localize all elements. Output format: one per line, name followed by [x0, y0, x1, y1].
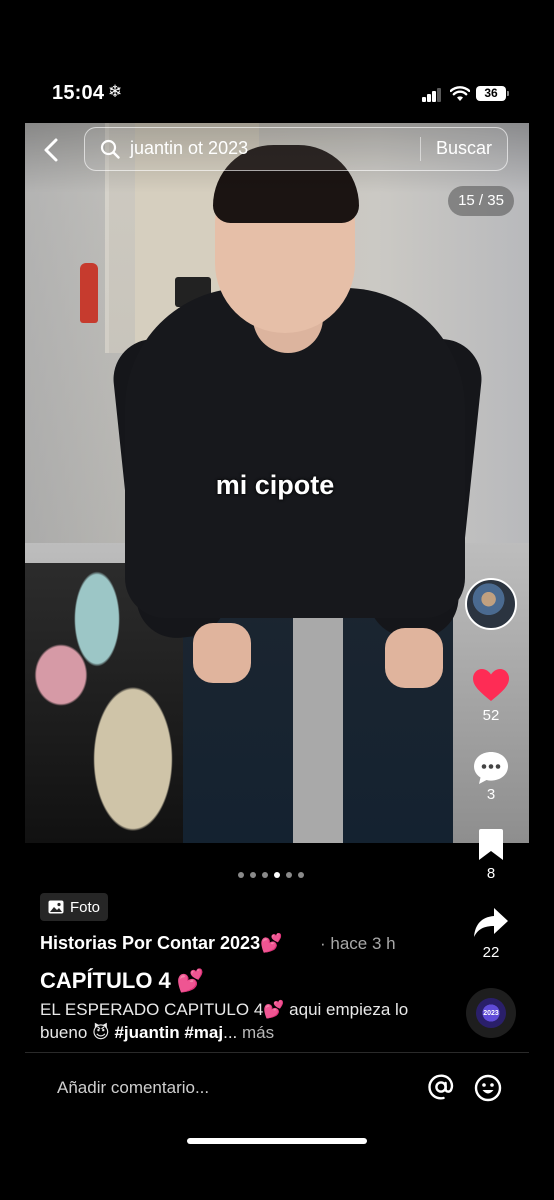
- description-hashtags[interactable]: #juantin #maj: [114, 1023, 223, 1042]
- share-count: 22: [482, 944, 500, 961]
- like-count: 52: [482, 707, 500, 724]
- photo-fire-extinguisher: [80, 263, 98, 323]
- image-icon: [48, 900, 64, 914]
- music-disc-label: 2023: [476, 998, 506, 1028]
- like-button[interactable]: [470, 668, 512, 707]
- comment-button[interactable]: [470, 750, 512, 791]
- at-sign-icon: [428, 1074, 454, 1100]
- page-dot: [286, 872, 292, 878]
- chevron-left-icon: [44, 138, 58, 162]
- photo-person-hand-left: [193, 623, 251, 683]
- post-description[interactable]: EL ESPERADO CAPITULO 4💕 aqui empieza lo …: [40, 998, 450, 1044]
- search-button[interactable]: Buscar: [436, 138, 492, 159]
- page-dot: [250, 872, 256, 878]
- author-name[interactable]: Historias Por Contar 2023💕: [40, 933, 283, 954]
- share-arrow-icon: [474, 908, 508, 937]
- more-link[interactable]: más: [237, 1023, 274, 1042]
- comment-input[interactable]: Añadir comentario...: [57, 1078, 209, 1098]
- page-dot: [262, 872, 268, 878]
- music-disc[interactable]: 2023: [466, 988, 516, 1038]
- comment-count: 3: [486, 786, 496, 803]
- photo-type-label: Foto: [70, 898, 101, 916]
- post-time: · hace 3 h: [320, 934, 396, 953]
- heart-icon: [473, 669, 509, 701]
- battery-tip: [507, 91, 509, 96]
- post-title: CAPÍTULO 4 💕: [40, 968, 205, 993]
- photo-type-badge: Foto: [40, 893, 109, 921]
- mention-icon[interactable]: [428, 1074, 454, 1100]
- search-divider: [420, 137, 421, 161]
- wifi-icon: [450, 86, 470, 101]
- share-button[interactable]: [470, 906, 512, 945]
- photo-person-hand-right: [385, 628, 443, 688]
- author-avatar[interactable]: [465, 578, 517, 630]
- description-ellipsis: ...: [223, 1023, 238, 1042]
- back-button[interactable]: [40, 136, 64, 164]
- search-icon: [100, 139, 120, 159]
- battery-indicator: 36: [476, 86, 506, 101]
- snowflake-icon: ❄: [108, 82, 123, 101]
- comment-bubble-icon: [474, 752, 508, 784]
- photo-counter: 15 / 35: [448, 186, 514, 216]
- photo-caption: mi cipote: [215, 470, 335, 500]
- status-time: 15:04: [52, 82, 105, 104]
- save-button[interactable]: [470, 828, 512, 867]
- cellular-signal-icon: [422, 88, 442, 102]
- page-dot: [274, 872, 280, 878]
- save-count: 8: [486, 865, 496, 882]
- search-input[interactable]: juantin ot 2023: [130, 138, 248, 159]
- photo-page-indicator: [238, 872, 304, 878]
- comment-divider: [25, 1052, 529, 1053]
- bookmark-icon: [479, 829, 503, 860]
- home-indicator[interactable]: [187, 1138, 367, 1144]
- page-dot: [238, 872, 244, 878]
- emoji-icon[interactable]: [474, 1074, 502, 1102]
- page-dot: [298, 872, 304, 878]
